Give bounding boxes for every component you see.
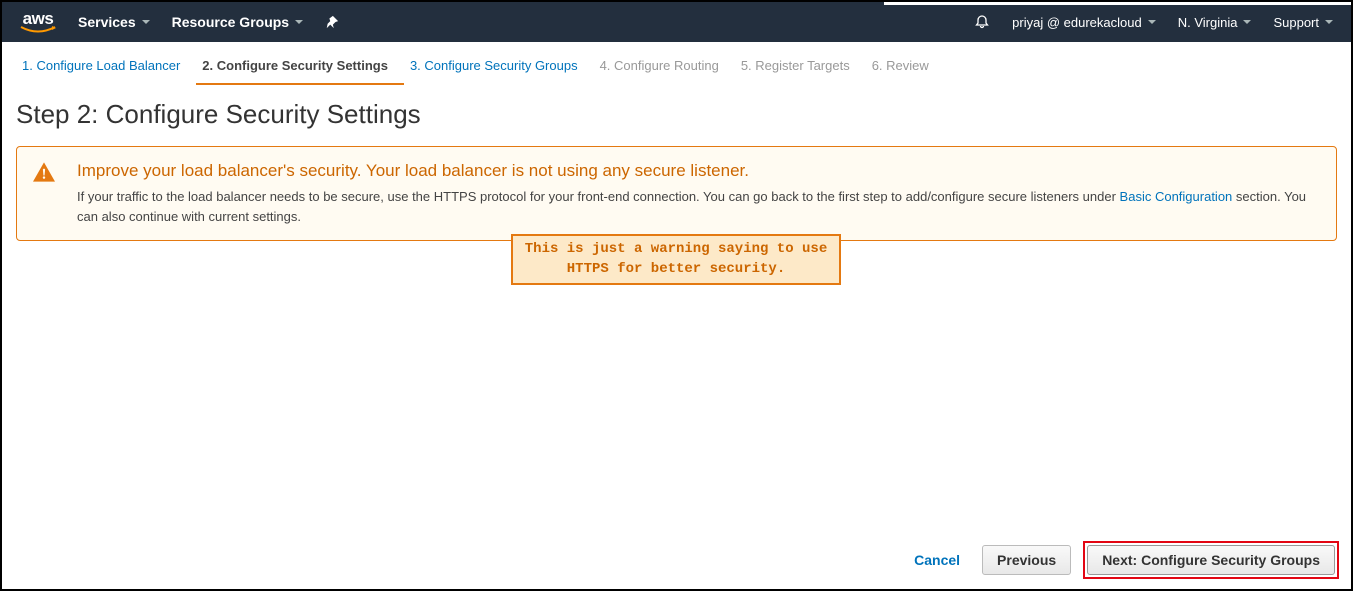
- support-label: Support: [1273, 15, 1319, 30]
- top-navigation: aws Services Resource Groups priyaj @ ed…: [2, 2, 1351, 42]
- account-label: priyaj @ edurekacloud: [1012, 15, 1142, 30]
- aws-logo[interactable]: aws: [20, 10, 56, 34]
- step-1[interactable]: 1. Configure Load Balancer: [16, 52, 196, 85]
- annotation-callout: This is just a warning saying to use HTT…: [511, 234, 841, 285]
- bell-icon[interactable]: [974, 14, 990, 30]
- step-3[interactable]: 3. Configure Security Groups: [404, 52, 594, 85]
- security-warning: Improve your load balancer's security. Y…: [16, 146, 1337, 241]
- region-menu[interactable]: N. Virginia: [1178, 15, 1252, 30]
- page-title: Step 2: Configure Security Settings: [2, 85, 1351, 142]
- next-button[interactable]: Next: Configure Security Groups: [1087, 545, 1335, 575]
- aws-smile-icon: [20, 26, 56, 34]
- wizard-steps: 1. Configure Load Balancer 2. Configure …: [2, 42, 1351, 85]
- caret-down-icon: [1325, 20, 1333, 24]
- warning-triangle-icon: [33, 161, 55, 226]
- aws-logo-text: aws: [23, 10, 54, 27]
- caret-down-icon: [295, 20, 303, 24]
- step-4: 4. Configure Routing: [594, 52, 735, 85]
- warning-text-before: If your traffic to the load balancer nee…: [77, 189, 1120, 204]
- pin-icon[interactable]: [325, 15, 339, 29]
- account-menu[interactable]: priyaj @ edurekacloud: [1012, 15, 1156, 30]
- services-label: Services: [78, 14, 136, 30]
- caret-down-icon: [142, 20, 150, 24]
- previous-button[interactable]: Previous: [982, 545, 1071, 575]
- resource-groups-label: Resource Groups: [172, 14, 289, 30]
- warning-text: If your traffic to the load balancer nee…: [77, 187, 1320, 226]
- region-label: N. Virginia: [1178, 15, 1238, 30]
- wizard-footer: Cancel Previous Next: Configure Security…: [904, 541, 1339, 579]
- caret-down-icon: [1243, 20, 1251, 24]
- step-2[interactable]: 2. Configure Security Settings: [196, 52, 404, 85]
- basic-configuration-link[interactable]: Basic Configuration: [1120, 189, 1233, 204]
- resource-groups-menu[interactable]: Resource Groups: [172, 14, 303, 30]
- warning-title: Improve your load balancer's security. Y…: [77, 161, 1320, 181]
- step-6: 6. Review: [866, 52, 945, 85]
- caret-down-icon: [1148, 20, 1156, 24]
- support-menu[interactable]: Support: [1273, 15, 1333, 30]
- cancel-button[interactable]: Cancel: [904, 546, 970, 574]
- next-button-highlight: Next: Configure Security Groups: [1083, 541, 1339, 579]
- step-5: 5. Register Targets: [735, 52, 866, 85]
- services-menu[interactable]: Services: [78, 14, 150, 30]
